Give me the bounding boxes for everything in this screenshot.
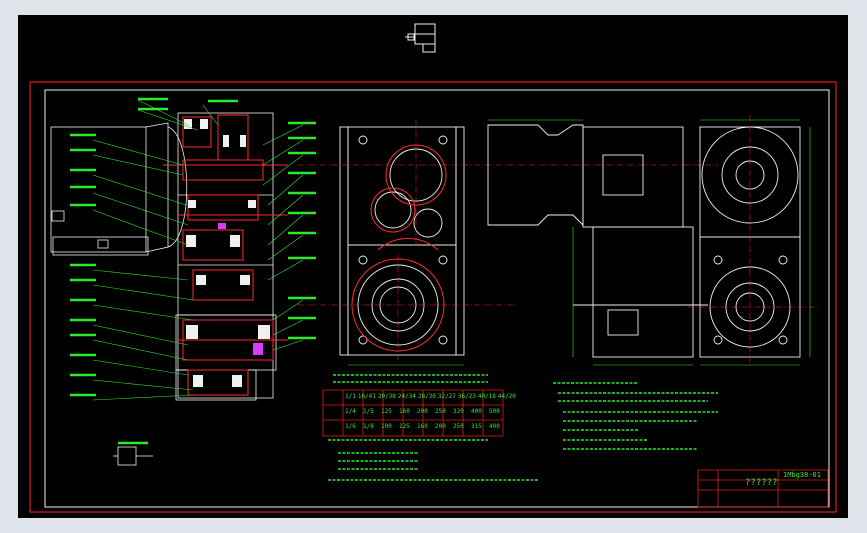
ratio-cell: 400 [489,423,500,430]
dimension-lines [348,119,811,366]
section-internals [163,114,288,396]
ratio-cell: 1/4 [345,408,356,415]
magenta-part [253,343,263,355]
ratio-table-row1: 1/4 1/5 125 160 200 250 320 400 500 [345,408,505,415]
front-view-centerlines [298,120,718,360]
drawing-title: ?????? [745,478,778,488]
ratio-cell: 400 [471,408,482,415]
ratio-cell: 125 [381,408,392,415]
ratio-cell: 1/6 [345,423,356,430]
ratio-header: 28/30 [417,393,436,400]
cad-viewport[interactable]: ?????? 1Mbg38-01 1/1 16/41 20/38 24/34 2… [18,15,848,518]
ratio-header: 40/18 [477,393,496,400]
detail-view-small [113,446,153,466]
view-cube-icon[interactable] [405,23,436,53]
ratio-cell: 200 [435,423,446,430]
ratio-header: 32/27 [437,393,456,400]
cad-drawing [29,23,837,513]
section-view-left [50,112,277,401]
ratio-cell: 1/5 [363,408,374,415]
ratio-cell: 100 [381,423,392,430]
inner-frame [44,89,830,508]
ratio-table-row2: 1/6 1/8 100 125 160 200 250 315 400 [345,423,505,430]
ratio-cell: 320 [453,408,464,415]
ratio-cell: 1/8 [363,423,374,430]
magenta-part-2 [218,223,226,229]
ratio-header: 16/41 [357,393,376,400]
ratio-cell: 250 [435,408,446,415]
side-view [487,124,708,358]
front-view-center [339,126,465,356]
ratio-header: 20/38 [377,393,396,400]
front-view-gears [351,144,447,352]
ratio-cell: 500 [489,408,500,415]
ratio-header: 36/23 [457,393,476,400]
drawing-number: 1Mbg38-01 [783,471,821,479]
ratio-header: 24/34 [397,393,416,400]
ratio-table-headers: 1/1 16/41 20/38 24/34 28/30 32/27 36/23 … [345,393,516,400]
outer-frame [29,81,837,513]
ratio-cell: 315 [471,423,482,430]
ratio-cell: 200 [417,408,428,415]
ratio-cell: 160 [399,408,410,415]
left-callouts [92,99,304,401]
ratio-cell: 250 [453,423,464,430]
ratio-cell: 160 [417,423,428,430]
ratio-header: 1/1 [345,393,356,400]
ratio-header: 44/20 [497,393,516,400]
ratio-cell: 125 [399,423,410,430]
